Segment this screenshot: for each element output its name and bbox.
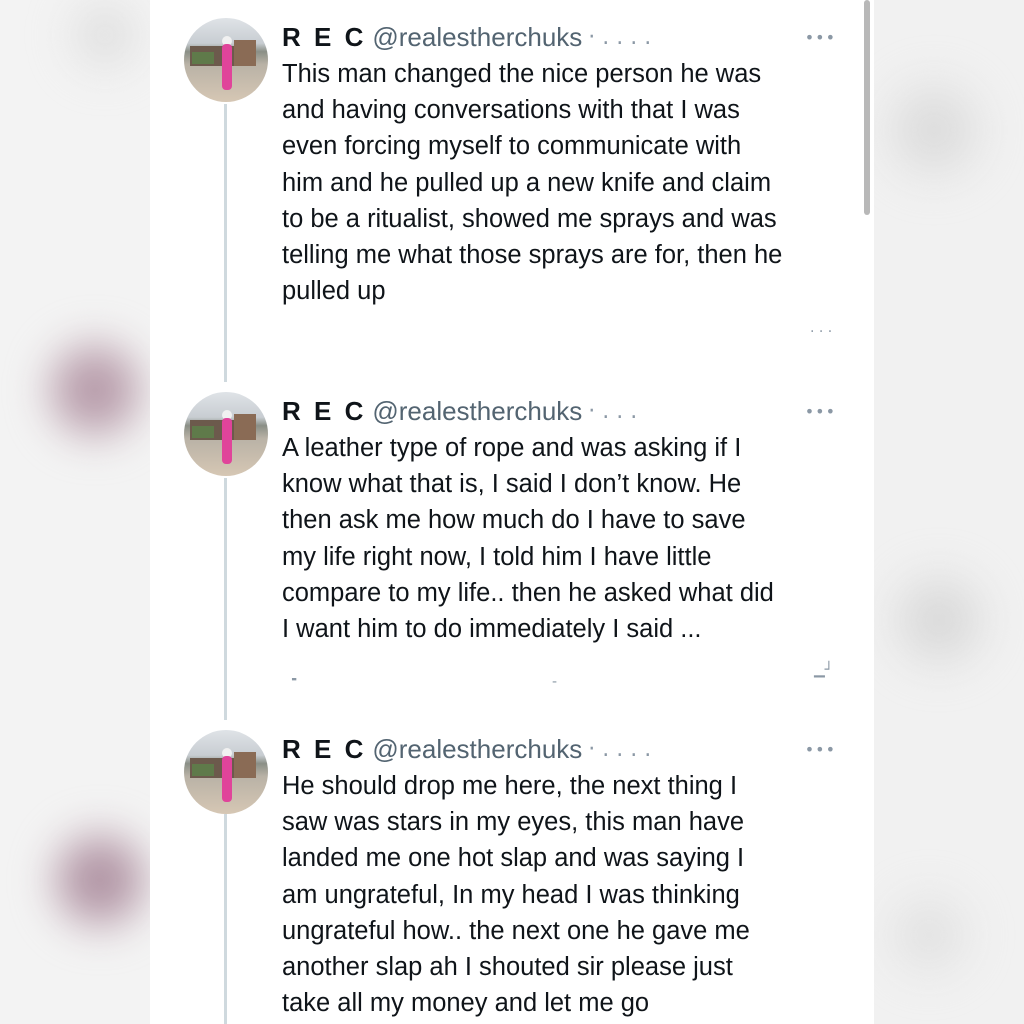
tweet-text: This man changed the nice person he was … <box>282 60 783 306</box>
timestamp-separator: · . . . <box>588 398 638 424</box>
avatar[interactable] <box>184 392 268 476</box>
author-name[interactable]: R E C <box>282 396 366 427</box>
action-bar-fragment: ╸ <box>292 672 301 688</box>
action-bar-fragment: · · · <box>810 324 833 340</box>
avatar[interactable] <box>184 18 268 102</box>
share-icon[interactable]: ▁┘ <box>814 662 833 678</box>
blurred-left-edge <box>0 0 150 1024</box>
action-bar-fragment: - <box>552 674 558 690</box>
more-options-icon[interactable]: ••• <box>805 740 836 759</box>
author-handle[interactable]: @realestherchuks <box>372 734 582 765</box>
avatar[interactable] <box>184 730 268 814</box>
tweet[interactable]: R E C @realestherchuks · . . . ••• A lea… <box>150 392 874 692</box>
timestamp-separator: · . . . . <box>588 736 652 762</box>
author-handle[interactable]: @realestherchuks <box>372 396 582 427</box>
tweet-text: A leather type of rope and was asking if… <box>282 434 774 644</box>
tweet-header: R E C @realestherchuks · . . . . <box>282 20 651 54</box>
blurred-right-edge <box>874 0 1024 1024</box>
tweet[interactable]: R E C @realestherchuks · . . . . ••• Thi… <box>150 18 874 358</box>
tweet-text: He should drop me here, the next thing I… <box>282 772 750 1018</box>
more-options-icon[interactable]: ••• <box>805 28 836 47</box>
more-options-icon[interactable]: ••• <box>805 402 836 421</box>
tweet[interactable]: R E C @realestherchuks · . . . . ••• He … <box>150 730 874 1024</box>
tweet-header: R E C @realestherchuks · . . . <box>282 394 637 428</box>
author-name[interactable]: R E C <box>282 22 366 53</box>
author-handle[interactable]: @realestherchuks <box>372 22 582 53</box>
tweet-header: R E C @realestherchuks · . . . . <box>282 732 651 766</box>
timestamp-separator: · . . . . <box>588 24 652 50</box>
author-name[interactable]: R E C <box>282 734 366 765</box>
